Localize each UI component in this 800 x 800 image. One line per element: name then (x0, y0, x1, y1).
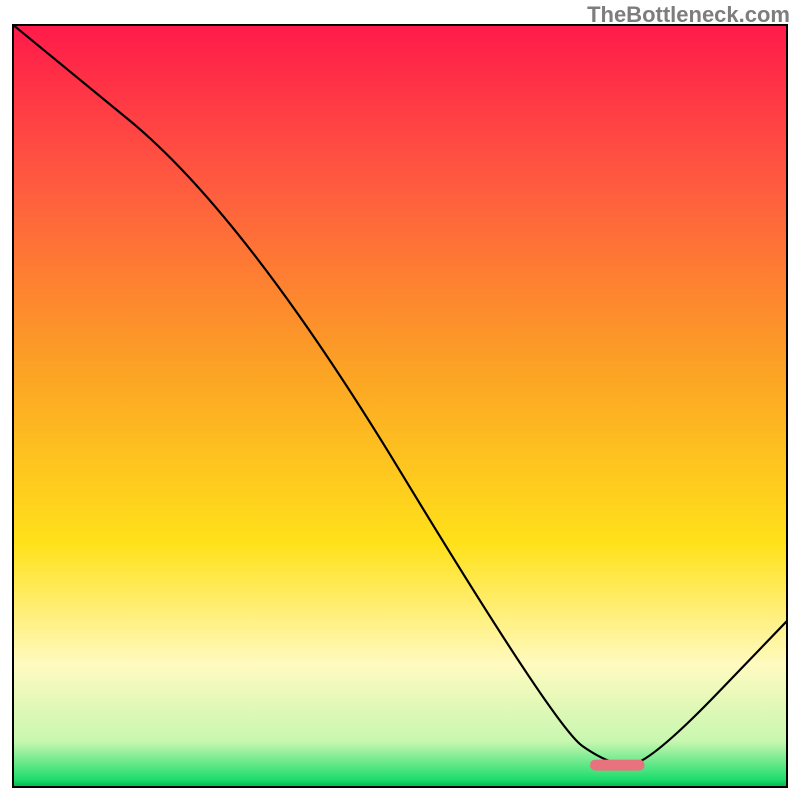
chart-container: TheBottleneck.com (0, 0, 800, 800)
bottleneck-chart (12, 24, 788, 788)
chart-background (13, 25, 787, 787)
optimal-marker (590, 760, 644, 771)
plot-area (12, 24, 788, 788)
